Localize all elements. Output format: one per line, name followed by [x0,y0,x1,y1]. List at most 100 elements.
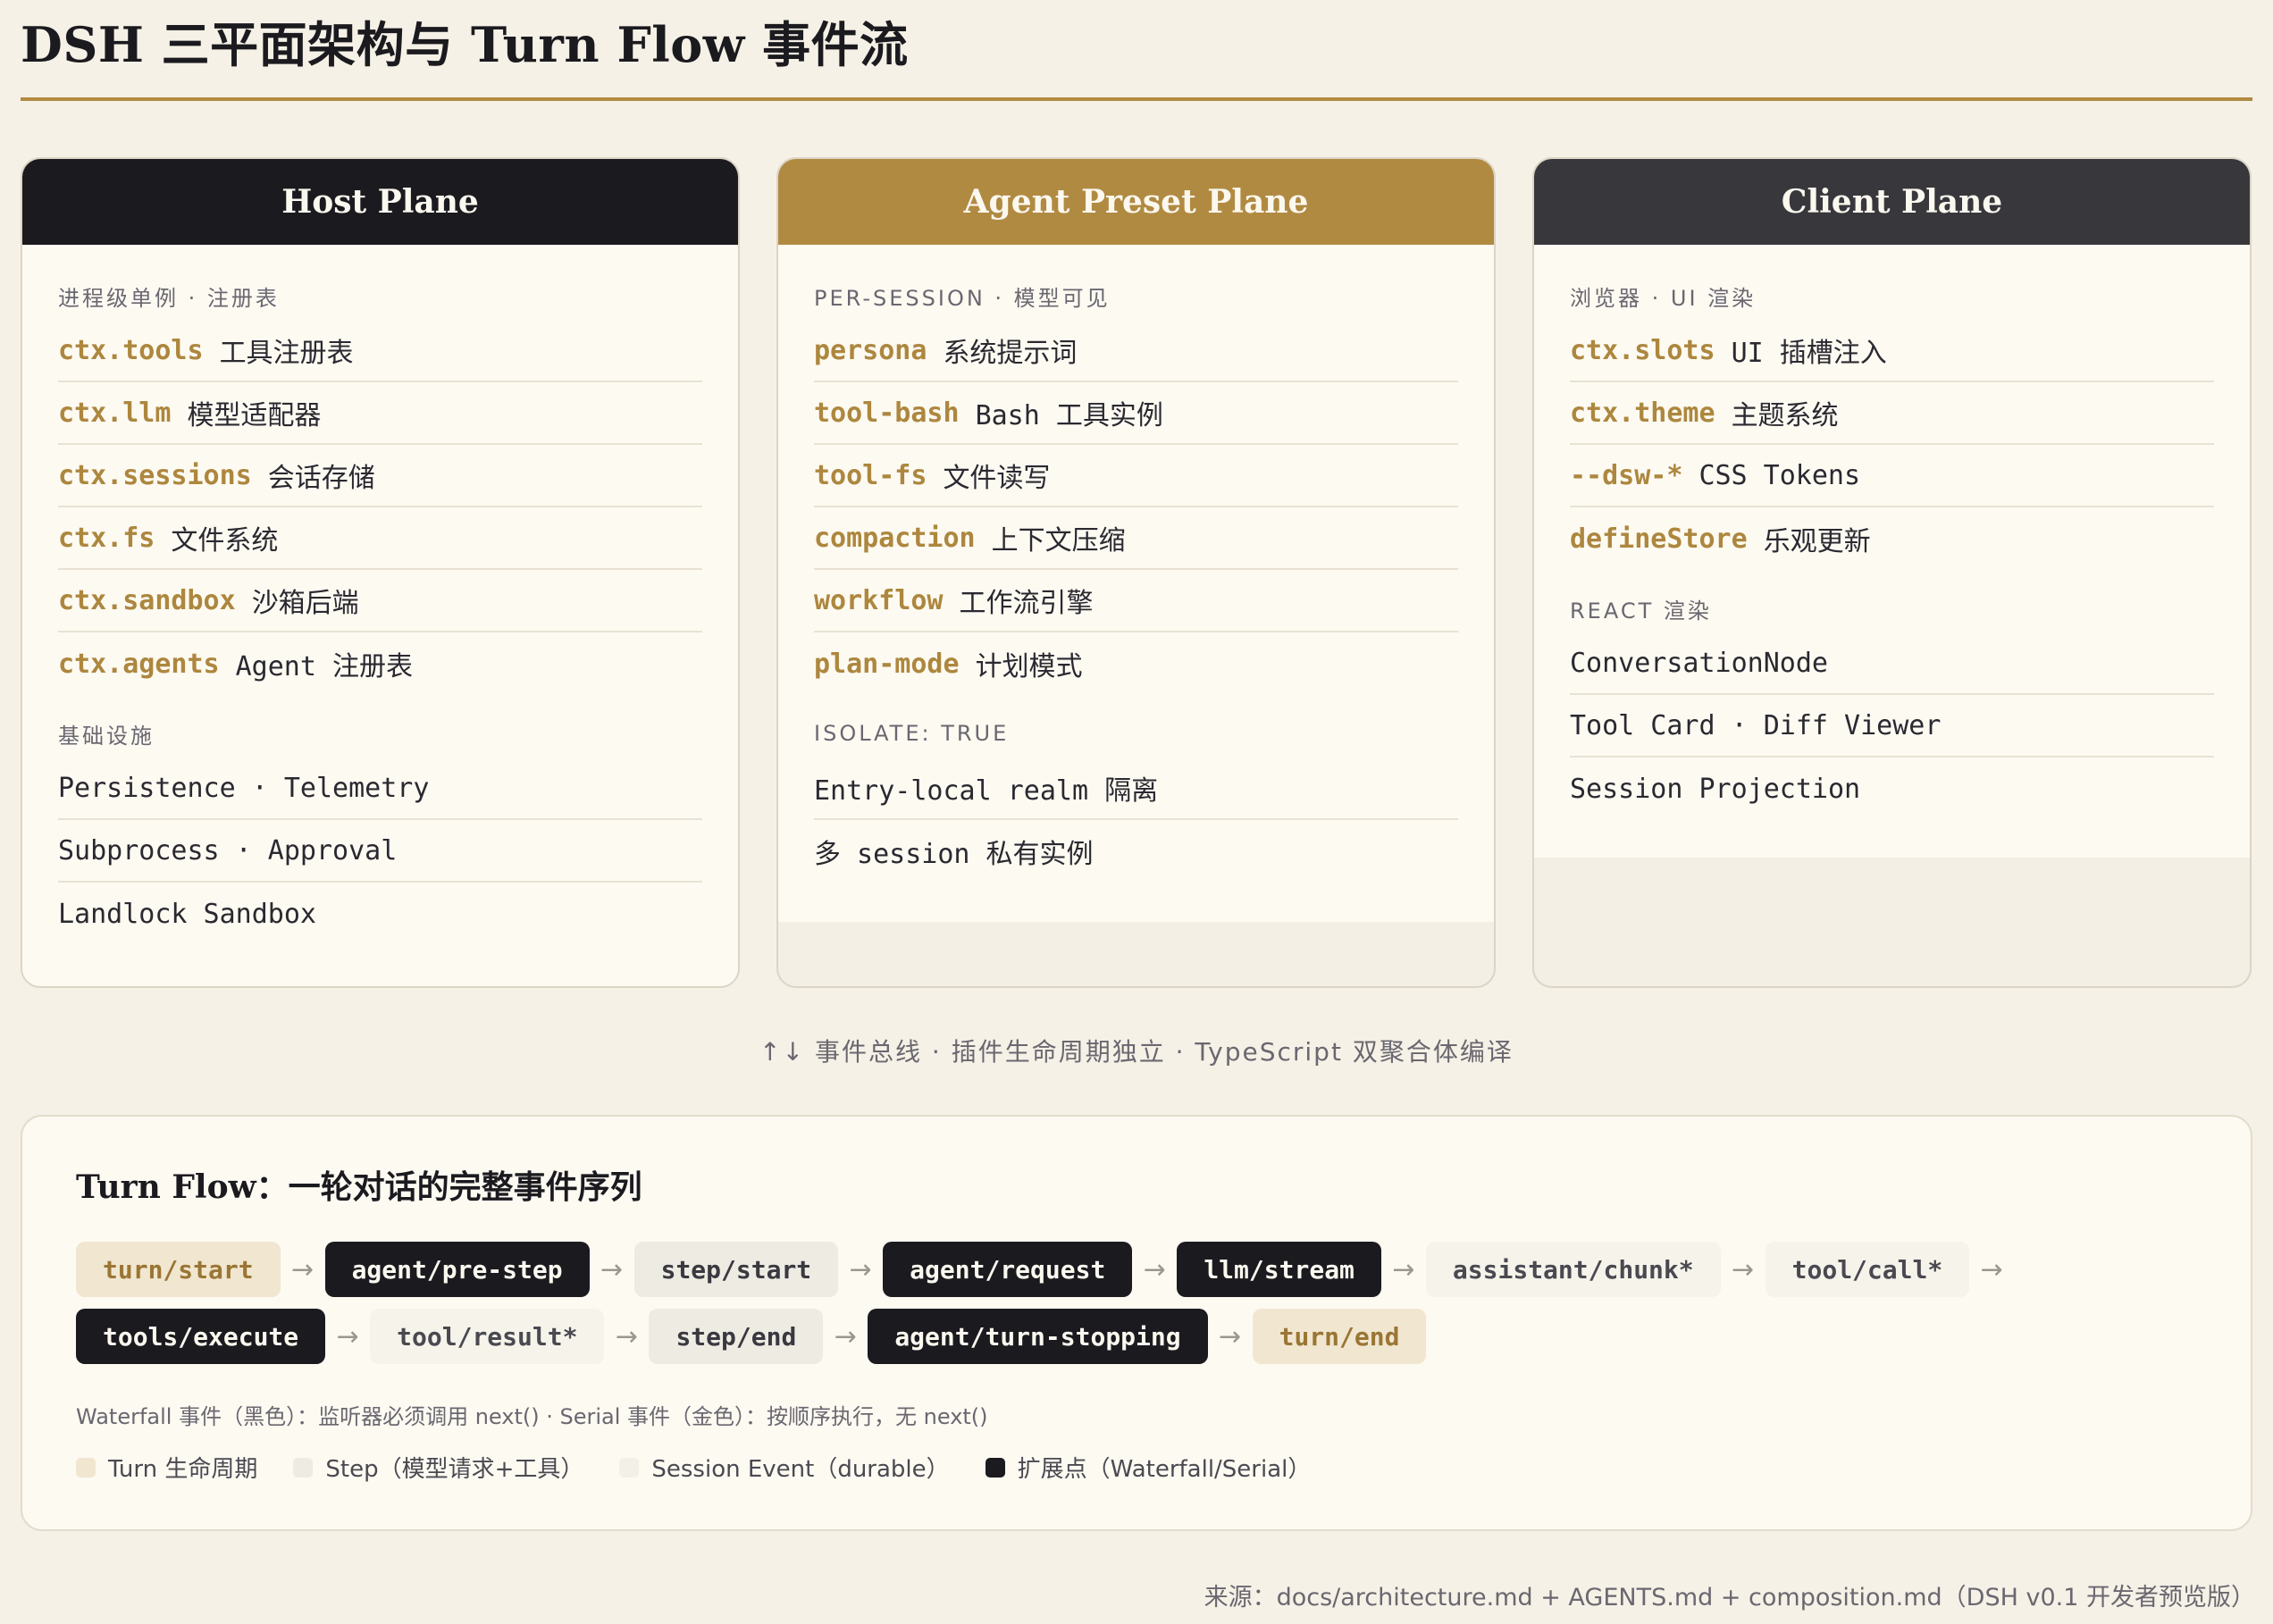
legend-label: Session Event（durable） [651,1456,950,1483]
section-label: 浏览器 · UI 渲染 [1570,285,1757,311]
legend-item-turn: Turn 生命周期 [76,1451,257,1484]
section-label: ISOLATE: TRUE [814,721,1010,746]
item-key: ctx.tools [58,334,204,366]
item-list: ConversationNode Tool Card · Diff Viewer… [1570,632,2214,820]
legend-swatch [619,1457,640,1478]
list-item: ctx.agents Agent 注册表 [58,632,702,695]
event-chip-llm-stream: llm/stream [1177,1242,1381,1297]
title-divider [21,97,2252,101]
item-key: tool-bash [814,397,960,429]
item-key: ctx.slots [1570,334,1715,366]
item-key: ctx.sessions [58,459,252,491]
event-chip-agent-pre-step: agent/pre-step [324,1242,590,1297]
list-item: Tool Card · Diff Viewer [1570,695,2214,758]
item-list: ctx.slots UI 插槽注入 ctx.theme 主题系统 --dsw-* CS… [1570,320,2214,570]
item-desc: 模型适配器 [187,400,322,431]
host-plane-title: Host Plane [22,159,738,245]
section-label: 基础设施 [58,723,155,749]
page-title: DSH 三平面架构与 Turn Flow 事件流 [21,16,909,73]
arrow-right-icon: → [1143,1253,1166,1285]
legend-swatch [985,1457,1005,1478]
client-plane-title: Client Plane [1534,159,2250,245]
legend-item-session: Session Event（durable） [619,1451,950,1484]
arrow-right-icon: → [834,1320,857,1352]
legend-label: Step（模型请求+工具） [325,1456,584,1483]
item-desc: 上下文压缩 [991,525,1126,557]
list-item: --dsw-* CSS Tokens [1570,445,2214,507]
item-key: workflow [814,584,944,616]
flow-row-2: tools/execute → tool/result* → step/end … [76,1309,1427,1364]
list-item: ConversationNode [1570,632,2214,695]
agent-preset-plane-card: Agent Preset Plane PER-SESSION · 模型可见 pe… [776,157,1496,988]
item-key: compaction [814,522,976,554]
item-desc: Bash 工具实例 [975,400,1163,431]
turn-flow-title: Turn Flow：一轮对话的完整事件序列 [76,1168,642,1206]
item-key: ctx.agents [58,648,220,680]
event-chip-step-start: step/start [633,1242,839,1297]
list-item: tool-fs 文件读写 [814,445,1458,507]
item-desc: UI 插槽注入 [1731,338,1887,369]
list-item: 多 session 私有实例 [814,839,1094,870]
item-desc: 会话存储 [267,463,375,494]
list-item: ctx.sandbox 沙箱后端 [58,570,702,632]
list-item: persona 系统提示词 [814,320,1458,382]
arrow-right-icon: → [1980,1253,2003,1285]
legend-label: 扩展点（Waterfall/Serial） [1017,1456,1312,1483]
item-desc: CSS Tokens [1698,459,1861,491]
list-item: workflow 工作流引擎 [814,570,1458,632]
arrow-right-icon: → [291,1253,315,1285]
item-desc: 计划模式 [975,651,1083,682]
list-item: ctx.theme 主题系统 [1570,382,2214,445]
client-plane-card: Client Plane 浏览器 · UI 渲染 ctx.slots UI 插槽注… [1532,157,2252,988]
host-plane-card: Host Plane 进程级单例 · 注册表 ctx.tools 工具注册表 ct… [21,157,740,988]
legend-swatch [293,1457,314,1478]
event-chip-tools-execute: tools/execute [76,1309,326,1364]
item-desc: Agent 注册表 [235,651,413,682]
item-key: ctx.llm [58,397,172,429]
item-key: persona [814,334,927,366]
event-chip-tool-call: tool/call* [1765,1242,1970,1297]
item-key: ctx.fs [58,522,155,554]
legend: Turn 生命周期 Step（模型请求+工具） Session Event（du… [76,1451,1346,1484]
item-desc: 乐观更新 [1763,526,1871,557]
event-chip-turn-start: turn/start [76,1242,281,1297]
event-chip-assistant-chunk: assistant/chunk* [1425,1242,1721,1297]
list-item: Subprocess · Approval [58,820,702,883]
arrow-right-icon: → [600,1253,624,1285]
planes-container: Host Plane 进程级单例 · 注册表 ctx.tools 工具注册表 ct… [21,157,2252,988]
flow-row-1: turn/start → agent/pre-step → step/start… [76,1242,2014,1297]
arrow-right-icon: → [1219,1320,1242,1352]
list-item: tool-bash Bash 工具实例 [814,382,1458,445]
arrow-right-icon: → [849,1253,872,1285]
agent-preset-plane-title: Agent Preset Plane [778,159,1494,245]
client-plane-body: 浏览器 · UI 渲染 ctx.slots UI 插槽注入 ctx.theme 主题… [1534,245,2250,858]
section-label: REACT 渲染 [1570,598,1712,624]
arrow-right-icon: → [615,1320,639,1352]
list-item: defineStore 乐观更新 [1570,507,2214,570]
item-desc: 沙箱后端 [251,588,359,619]
item-key: ctx.sandbox [58,584,236,616]
arrow-right-icon: → [1392,1253,1415,1285]
list-item: ctx.slots UI 插槽注入 [1570,320,2214,382]
list-item: ctx.llm 模型适配器 [58,382,702,445]
agent-preset-plane-body: PER-SESSION · 模型可见 persona 系统提示词 tool-bas… [778,245,1494,922]
legend-item-step: Step（模型请求+工具） [293,1451,583,1484]
item-desc: 文件系统 [171,525,279,557]
legend-label: Turn 生命周期 [108,1456,258,1483]
list-item: Session Projection [1570,773,1861,805]
item-list: ctx.tools 工具注册表 ctx.llm 模型适配器 ctx.sessions… [58,320,702,695]
source-caption: 来源：docs/architecture.md + AGENTS.md + co… [1204,1584,2255,1611]
item-key: ctx.theme [1570,397,1715,429]
item-key: plan-mode [814,648,960,680]
item-list: Entry-local realm 隔离 多 session 私有实例 [814,758,1458,883]
host-plane-body: 进程级单例 · 注册表 ctx.tools 工具注册表 ctx.llm 模型适配器 … [22,245,738,986]
list-item: Landlock Sandbox [58,898,316,930]
event-chip-agent-turn-stopping: agent/turn-stopping [868,1309,1208,1364]
list-item: Persistence · Telemetry [58,758,702,820]
item-desc: 文件读写 [943,463,1051,494]
event-chip-turn-end: turn/end [1252,1309,1427,1364]
list-item: ctx.tools 工具注册表 [58,320,702,382]
item-desc: 系统提示词 [943,338,1078,369]
item-list: persona 系统提示词 tool-bash Bash 工具实例 tool-fs 文… [814,320,1458,695]
section-label: PER-SESSION · 模型可见 [814,285,1111,311]
